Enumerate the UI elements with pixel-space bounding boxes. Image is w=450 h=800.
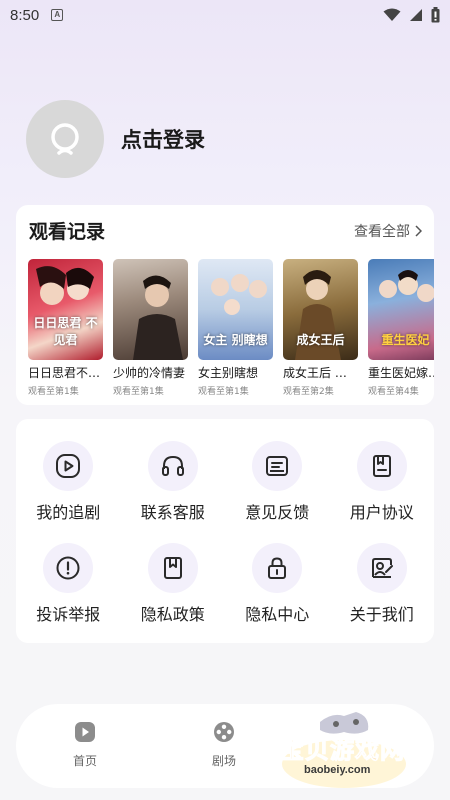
user-avatar-icon: [51, 123, 79, 155]
lock-icon: [268, 557, 287, 579]
menu-icon-circle: [147, 441, 198, 491]
drama-poster[interactable]: 日日思君 不见君: [28, 259, 103, 360]
watch-history-title: 观看记录: [29, 221, 106, 243]
drama-title: 重生医妃嫁…: [368, 366, 434, 380]
menu-privacy-center[interactable]: 隐私中心: [225, 543, 330, 625]
watch-history-card: 观看记录 查看全部 日日思君 不见君 日日思君不… 观看至第1集 少帅的冷情妻 …: [16, 205, 434, 405]
status-time: 8:50: [10, 6, 40, 24]
menu-my-dramas[interactable]: 我的追剧: [16, 441, 121, 523]
menu-label: 投诉举报: [36, 605, 101, 624]
menu-icon-circle: [252, 441, 303, 491]
drama-title: 成女王后 我…: [283, 366, 358, 380]
view-all-link[interactable]: 查看全部: [354, 221, 422, 241]
bookmark-icon: [163, 557, 182, 579]
menu-label: 隐私政策: [140, 605, 205, 624]
chevron-right-icon: [415, 225, 422, 237]
watermark-text: 宝贝游戏网: [280, 736, 405, 765]
function-menu-card: 我的追剧 联系客服 意见反馈 用户协议 投诉举报 隐私政策 隐私中心 关于我们: [16, 419, 434, 643]
nav-label: 首页: [72, 754, 97, 768]
watch-progress: 观看至第1集: [28, 387, 79, 397]
menu-label: 联系客服: [140, 503, 205, 522]
nav-label: 剧场: [211, 754, 236, 768]
menu-label: 用户协议: [349, 503, 414, 522]
battery-icon: [431, 7, 440, 23]
drama-poster[interactable]: 女主 别瞎想: [198, 259, 273, 360]
menu-icon-circle: [356, 441, 407, 491]
history-item[interactable]: 日日思君 不见君 日日思君不… 观看至第1集: [28, 259, 103, 399]
watermark: 宝贝游戏网 baobeiy.com: [272, 706, 422, 794]
menu-icon-circle: [147, 543, 198, 593]
play-circle-icon: [56, 454, 81, 478]
menu-label: 关于我们: [349, 605, 414, 624]
feedback-icon: [266, 456, 289, 476]
signal-icon: [410, 9, 422, 21]
menu-icon-circle: [43, 543, 94, 593]
drama-poster[interactable]: [113, 259, 188, 360]
poster-caption: 成女王后: [296, 333, 345, 347]
history-item[interactable]: 少帅的冷情妻 观看至第1集: [113, 259, 188, 399]
film-reel-icon: [214, 722, 234, 742]
watch-progress: 观看至第4集: [368, 387, 419, 397]
home-play-icon: [75, 722, 95, 742]
watch-progress: 观看至第1集: [198, 387, 249, 397]
function-menu-grid: 我的追剧 联系客服 意见反馈 用户协议 投诉举报 隐私政策 隐私中心 关于我们: [16, 441, 434, 625]
nav-theater[interactable]: 剧场: [184, 720, 264, 769]
drama-poster[interactable]: 成女王后: [283, 259, 358, 360]
menu-label: 意见反馈: [245, 503, 310, 522]
about-icon: [371, 558, 393, 578]
menu-privacy-policy[interactable]: 隐私政策: [121, 543, 226, 625]
poster-art: [133, 275, 183, 360]
wifi-icon: [383, 8, 401, 21]
menu-feedback[interactable]: 意见反馈: [225, 441, 330, 523]
watch-history-list: 日日思君 不见君 日日思君不… 观看至第1集 少帅的冷情妻 观看至第1集 女主 …: [28, 259, 434, 399]
menu-complaint[interactable]: 投诉举报: [16, 543, 121, 625]
nav-home[interactable]: 首页: [45, 720, 125, 769]
poster-caption: 女主 别瞎想: [203, 333, 268, 347]
profile-header[interactable]: 点击登录: [26, 100, 205, 178]
notification-icon: A: [51, 9, 64, 21]
avatar[interactable]: [26, 100, 104, 178]
poster-caption: 日日思君 不见君: [33, 316, 98, 347]
login-link[interactable]: 点击登录: [121, 124, 205, 154]
headset-icon: [161, 455, 184, 476]
document-icon: [372, 455, 391, 477]
history-item[interactable]: 女主 别瞎想 女主别瞎想 观看至第1集: [198, 259, 273, 399]
alert-icon: [56, 556, 80, 580]
menu-icon-circle: [252, 543, 303, 593]
history-item[interactable]: 成女王后 成女王后 我… 观看至第2集: [283, 259, 358, 399]
drama-title: 少帅的冷情妻: [113, 366, 186, 380]
menu-icon-circle: [43, 441, 94, 491]
drama-poster[interactable]: 重生医妃: [368, 259, 434, 360]
menu-customer-service[interactable]: 联系客服: [121, 441, 226, 523]
menu-label: 我的追剧: [36, 503, 101, 522]
drama-title: 女主别瞎想: [198, 366, 259, 380]
poster-caption: 重生医妃: [381, 333, 430, 347]
watch-progress: 观看至第1集: [113, 387, 164, 397]
menu-icon-circle: [356, 543, 407, 593]
view-all-label: 查看全部: [354, 224, 410, 240]
menu-user-agreement[interactable]: 用户协议: [330, 441, 435, 523]
watermark-url: baobeiy.com: [304, 764, 371, 776]
status-icons: [383, 7, 440, 23]
history-item[interactable]: 重生医妃 重生医妃嫁… 观看至第4集: [368, 259, 434, 399]
menu-about-us[interactable]: 关于我们: [330, 543, 435, 625]
watch-progress: 观看至第2集: [283, 387, 334, 397]
status-bar: 8:50 A: [0, 0, 450, 30]
drama-title: 日日思君不…: [28, 366, 101, 380]
menu-label: 隐私中心: [245, 605, 310, 624]
